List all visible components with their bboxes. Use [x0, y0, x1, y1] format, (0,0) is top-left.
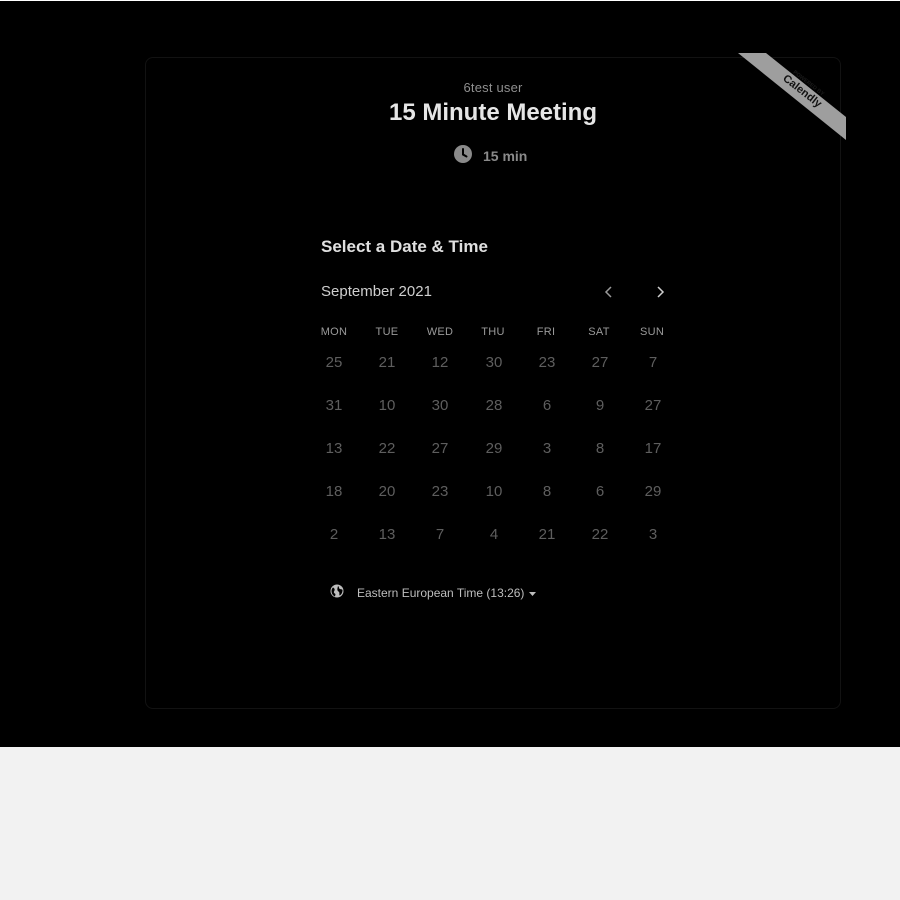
chevron-right-icon — [657, 286, 665, 298]
calendar-day[interactable]: 30 — [474, 347, 514, 377]
owner-name: 6test user — [463, 80, 523, 95]
clock-icon — [453, 144, 473, 169]
calendar-day[interactable]: 17 — [633, 433, 673, 463]
calendar-day[interactable]: 18 — [314, 476, 354, 506]
calendar-day[interactable]: 8 — [527, 476, 567, 506]
calendar-day[interactable]: 27 — [633, 390, 673, 420]
globe-icon — [330, 584, 344, 603]
calendar-day[interactable]: 8 — [580, 433, 620, 463]
calendar-day[interactable]: 13 — [314, 433, 354, 463]
calendar-day[interactable]: 10 — [367, 390, 407, 420]
calendar-day[interactable]: 23 — [420, 476, 460, 506]
calendar-day[interactable]: 7 — [633, 347, 673, 377]
weekday-label: FRI — [536, 326, 556, 338]
calendar-day[interactable]: 27 — [580, 347, 620, 377]
timezone-selector[interactable]: Eastern European Time (13:26) — [330, 584, 537, 603]
calendar-day[interactable]: 27 — [420, 433, 460, 463]
event-title: 15 Minute Meeting — [388, 99, 598, 126]
calendar-day[interactable]: 7 — [420, 519, 460, 549]
calendar-day[interactable]: 31 — [314, 390, 354, 420]
timezone-label: Eastern European Time (13:26) — [357, 586, 525, 600]
calendar-day[interactable]: 22 — [580, 519, 620, 549]
calendar-day[interactable]: 3 — [633, 519, 673, 549]
calendar-day[interactable]: 29 — [633, 476, 673, 506]
weekday-label: MON — [320, 326, 348, 338]
next-month-button[interactable] — [650, 282, 670, 302]
calendar-day[interactable]: 2 — [314, 519, 354, 549]
weekday-label: WED — [426, 326, 454, 338]
weekday-label: SAT — [588, 326, 610, 338]
calendar-day[interactable]: 12 — [420, 347, 460, 377]
previous-month-button[interactable] — [599, 282, 619, 302]
chevron-left-icon — [604, 286, 612, 298]
calendar-day[interactable]: 22 — [367, 433, 407, 463]
weekday-label: SUN — [639, 326, 665, 338]
calendar-day[interactable]: 20 — [367, 476, 407, 506]
month-label: September 2021 — [321, 283, 432, 300]
section-title: Select a Date & Time — [321, 237, 488, 256]
calendar-day[interactable]: 21 — [527, 519, 567, 549]
weekday-label: TUE — [375, 326, 399, 338]
calendar-day[interactable]: 3 — [527, 433, 567, 463]
calendar-day[interactable]: 6 — [527, 390, 567, 420]
calendar-day[interactable]: 23 — [527, 347, 567, 377]
calendar-day[interactable]: 10 — [474, 476, 514, 506]
calendar-day[interactable]: 13 — [367, 519, 407, 549]
calendar-day[interactable]: 28 — [474, 390, 514, 420]
duration-info: 15 min — [453, 144, 528, 169]
calendar-day[interactable]: 30 — [420, 390, 460, 420]
duration-label: 15 min — [483, 148, 528, 164]
calendar-day[interactable]: 9 — [580, 390, 620, 420]
calendar-day[interactable]: 6 — [580, 476, 620, 506]
calendar-day[interactable]: 21 — [367, 347, 407, 377]
calendar-day[interactable]: 29 — [474, 433, 514, 463]
calendar-day[interactable]: 4 — [474, 519, 514, 549]
calendar-day[interactable]: 25 — [314, 347, 354, 377]
caret-down-icon — [529, 584, 537, 602]
weekday-label: THU — [481, 326, 505, 338]
